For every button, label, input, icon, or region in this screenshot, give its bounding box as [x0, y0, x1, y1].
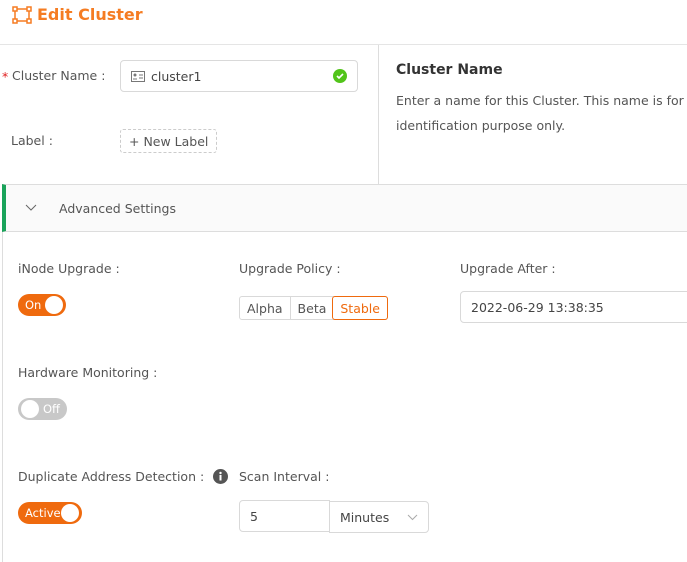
cluster-icon — [12, 5, 32, 24]
cluster-name-label: Cluster Name : — [12, 68, 106, 83]
inode-upgrade-toggle[interactable]: On — [18, 294, 66, 316]
info-icon[interactable] — [213, 469, 228, 484]
upgrade-after-datepicker[interactable]: 2022-06-29 13:38:35 — [460, 291, 687, 323]
panel-border — [2, 232, 3, 562]
check-circle-icon — [333, 69, 347, 83]
help-title: Cluster Name — [396, 62, 503, 78]
upgrade-policy-segmented[interactable]: Alpha Beta Stable — [239, 296, 388, 320]
scan-interval-label: Scan Interval : — [239, 469, 330, 484]
id-card-icon — [131, 70, 145, 82]
page-title: Edit Cluster — [12, 5, 143, 24]
new-label-button[interactable]: + New Label — [120, 129, 218, 153]
scan-interval-input[interactable]: 5 — [239, 500, 330, 532]
scan-interval-unit-select[interactable]: Minutes — [329, 501, 429, 533]
inode-upgrade-label: iNode Upgrade : — [18, 261, 120, 276]
hardware-monitoring-toggle[interactable]: Off — [18, 398, 67, 420]
label-label: Label : — [11, 133, 53, 148]
policy-beta[interactable]: Beta — [289, 297, 334, 319]
chevron-down-icon — [25, 204, 37, 211]
divider — [378, 45, 379, 184]
hardware-monitoring-label: Hardware Monitoring : — [18, 365, 158, 380]
chevron-down-icon — [407, 514, 418, 520]
advanced-settings-header[interactable]: Advanced Settings — [2, 184, 687, 232]
policy-stable[interactable]: Stable — [332, 296, 388, 320]
policy-alpha[interactable]: Alpha — [240, 297, 290, 319]
help-text: identification purpose only. — [396, 118, 566, 133]
cluster-name-input[interactable]: cluster1 — [120, 60, 358, 92]
upgrade-policy-label: Upgrade Policy : — [239, 261, 341, 276]
required-mark: * — [2, 69, 9, 84]
upgrade-after-label: Upgrade After : — [460, 261, 556, 276]
help-text: Enter a name for this Cluster. This name… — [396, 93, 684, 108]
duplicate-detection-toggle[interactable]: Active — [18, 502, 82, 524]
duplicate-detection-label: Duplicate Address Detection : — [18, 469, 205, 484]
divider — [0, 44, 687, 45]
